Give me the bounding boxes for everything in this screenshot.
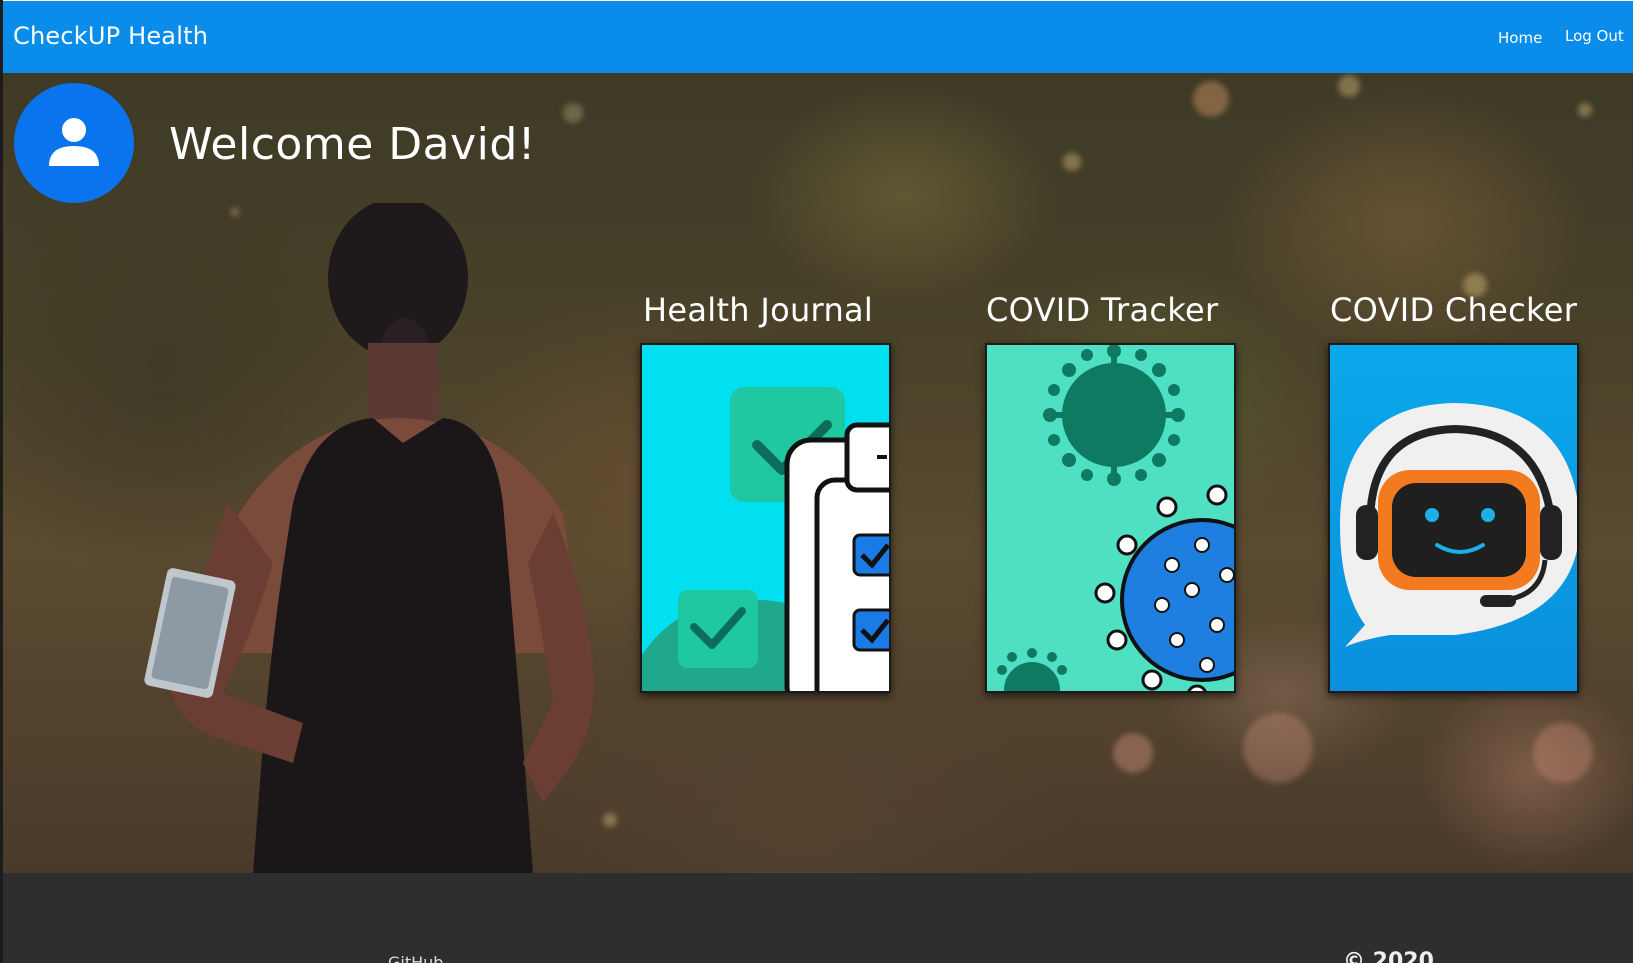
virus-icon bbox=[987, 345, 1234, 691]
left-edge bbox=[0, 0, 3, 963]
footer-copyright: © 2020 bbox=[1343, 949, 1434, 963]
bokeh-light bbox=[1113, 733, 1153, 773]
runner-image bbox=[144, 203, 594, 873]
nav-home-link[interactable]: Home bbox=[1498, 29, 1542, 47]
feature-title[interactable]: Health Journal bbox=[643, 291, 873, 329]
health-journal-card[interactable] bbox=[640, 343, 891, 693]
covid-checker-card[interactable] bbox=[1328, 343, 1579, 693]
feature-title[interactable]: COVID Checker bbox=[1330, 291, 1577, 329]
nav-logout-link[interactable]: Log Out bbox=[1565, 27, 1624, 45]
feature-title[interactable]: COVID Tracker bbox=[986, 291, 1218, 329]
bokeh-light bbox=[1338, 75, 1360, 97]
bokeh-light bbox=[1063, 153, 1081, 171]
covid-tracker-card[interactable] bbox=[985, 343, 1236, 693]
bokeh-light bbox=[1193, 81, 1229, 117]
footer: GitHub © 2020 bbox=[3, 873, 1633, 963]
bokeh-light bbox=[1243, 713, 1313, 783]
hero-section: Welcome David! Health Journal COVID Trac… bbox=[3, 73, 1633, 873]
brand-logo[interactable]: CheckUP Health bbox=[13, 22, 208, 50]
checklist-icon bbox=[642, 345, 889, 691]
bokeh-light bbox=[563, 103, 583, 123]
avatar[interactable] bbox=[14, 83, 134, 203]
person-icon bbox=[49, 118, 99, 166]
bokeh-light bbox=[1533, 723, 1593, 783]
navbar: CheckUP Health Home Log Out bbox=[3, 1, 1633, 73]
footer-github-link[interactable]: GitHub bbox=[388, 953, 443, 963]
chatbot-icon bbox=[1330, 345, 1577, 691]
bokeh-light bbox=[1578, 103, 1592, 117]
welcome-heading: Welcome David! bbox=[169, 119, 536, 170]
page: CheckUP Health Home Log Out Welcome Davi… bbox=[0, 0, 1633, 963]
